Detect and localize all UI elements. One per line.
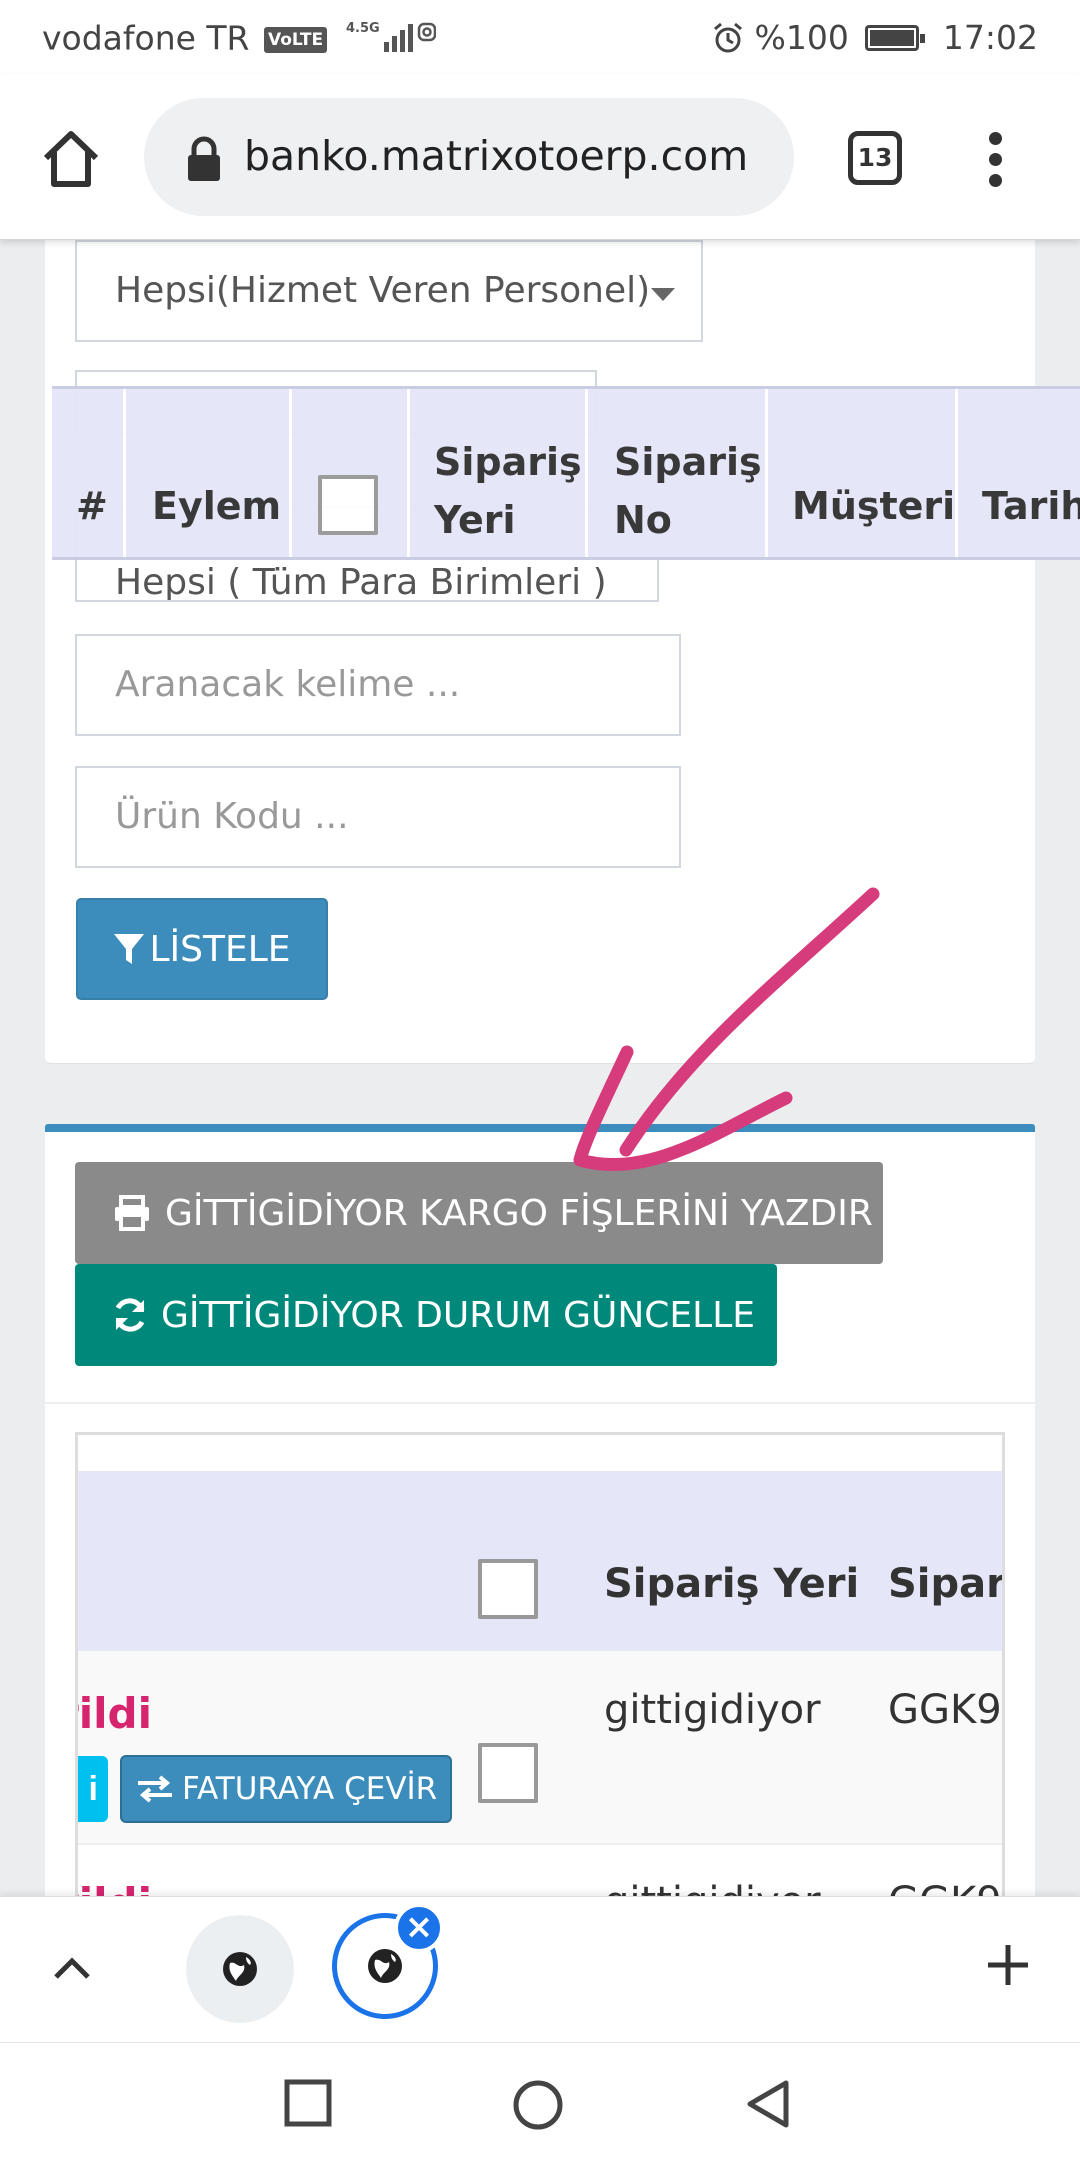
tab-thumbnail[interactable]	[186, 1915, 294, 2023]
staff-select[interactable]: Hepsi(Hizmet Veren Personel)	[75, 240, 703, 342]
results-panel: GİTTİGİDİYOR KARGO FİŞLERİNİ YAZDIR GİTT…	[45, 1124, 1035, 1922]
clock: 17:02	[942, 18, 1038, 57]
lock-icon	[188, 136, 220, 181]
product-code-input[interactable]: Ürün Kodu ...	[75, 766, 681, 868]
alarm-icon	[713, 22, 742, 52]
sticky-place-label: Sipariş Yeri	[434, 433, 582, 549]
sticky-col-customer: Müşteri	[768, 389, 958, 557]
staff-select-value: Hepsi(Hizmet Veren Personel)	[115, 270, 651, 311]
convert-button-label: FATURAYA ÇEVİR	[182, 1771, 438, 1807]
sticky-customer-label: Müşteri	[792, 484, 956, 528]
sticky-date-label: Tarih	[982, 484, 1080, 528]
table-select-all-checkbox[interactable]	[478, 1559, 538, 1619]
globe-icon	[223, 1952, 257, 1986]
filter-panel: Hepsi(Hizmet Veren Personel) Hepsi ( Tüm…	[45, 180, 1035, 1064]
print-icon	[115, 1195, 149, 1231]
sticky-hash-label: #	[76, 484, 108, 528]
battery-percent: %100	[754, 18, 849, 57]
volte-badge: VoLTE	[264, 27, 328, 53]
sticky-place-line2: Yeri	[434, 498, 516, 542]
carrier-name: vodafone TR	[42, 18, 250, 58]
print-cargo-slips-button[interactable]: GİTTİGİDİYOR KARGO FİŞLERİNİ YAZDIR	[75, 1162, 883, 1264]
sticky-no-line1: Sipariş	[614, 440, 762, 484]
convert-to-invoice-button[interactable]: FATURAYA ÇEVİR	[120, 1755, 452, 1823]
table-header: Sipariş Yeri Sipar	[78, 1471, 1005, 1651]
sticky-table-header: # Eylem Sipariş Yeri Sipariş No Müşteri …	[52, 386, 1080, 560]
new-tab-icon[interactable]	[984, 1941, 1032, 1989]
filter-icon	[114, 934, 145, 964]
dropdown-caret-icon	[651, 288, 675, 301]
url-bar[interactable]: banko.matrixotoerp.com	[144, 98, 794, 216]
sticky-no-label: Sipariş No	[614, 433, 762, 549]
panel-divider	[45, 1402, 1035, 1404]
update-button-label: GİTTİGİDİYOR DURUM GÜNCELLE	[161, 1294, 755, 1336]
sticky-col-date: Tarih	[958, 389, 1080, 557]
more-menu-icon[interactable]	[980, 132, 1010, 192]
chevron-up-icon[interactable]	[50, 1947, 94, 1991]
header-order-no: Sipar	[888, 1561, 1005, 1607]
url-text[interactable]: banko.matrixotoerp.com	[244, 132, 774, 180]
home-nav-icon[interactable]	[512, 2079, 564, 2131]
select-all-checkbox[interactable]	[318, 475, 378, 535]
exchange-icon	[138, 1775, 172, 1803]
system-nav-bar	[0, 2042, 1080, 2160]
network-type: 4.5G	[346, 21, 380, 36]
sticky-col-no: Sipariş No	[588, 389, 768, 557]
currency-select-value: Hepsi ( Tüm Para Birimleri )	[115, 562, 607, 602]
search-placeholder: Aranacak kelime ...	[115, 664, 461, 705]
header-order-place: Sipariş Yeri	[604, 1561, 860, 1607]
sticky-col-hash: #	[52, 389, 126, 557]
order-status: rildi	[78, 1689, 152, 1738]
browser-toolbar: banko.matrixotoerp.com 13	[0, 74, 1080, 240]
info-button[interactable]: i	[78, 1756, 108, 1822]
list-button-label: LİSTELE	[149, 928, 291, 970]
table-row: rildi i FATURAYA ÇEVİR gittigidiyor GGK9	[78, 1651, 1002, 1845]
sticky-place-line1: Sipariş	[434, 440, 582, 484]
sticky-col-place: Sipariş Yeri	[410, 389, 588, 557]
list-button[interactable]: LİSTELE	[76, 898, 328, 1000]
sticky-no-line2: No	[614, 498, 672, 542]
order-no-cell[interactable]: GGK9	[888, 1687, 1002, 1733]
status-right: %100 17:02	[711, 18, 1038, 57]
row-checkbox[interactable]	[478, 1743, 538, 1803]
back-icon[interactable]	[744, 2079, 792, 2129]
globe-icon	[368, 1949, 402, 1983]
product-code-placeholder: Ürün Kodu ...	[115, 796, 349, 837]
print-button-label: GİTTİGİDİYOR KARGO FİŞLERİNİ YAZDIR	[165, 1192, 873, 1234]
order-place-cell: gittigidiyor	[604, 1687, 821, 1733]
tab-switcher-button[interactable]: 13	[848, 131, 902, 185]
orders-table[interactable]: Sipariş Yeri Sipar rildi i FATURAYA ÇEVİ…	[75, 1432, 1005, 1922]
browser-bottom-bar: ×	[0, 1896, 1080, 2042]
battery-icon	[864, 24, 925, 51]
recents-icon[interactable]	[284, 2079, 332, 2127]
sticky-col-action: Eylem	[126, 389, 292, 557]
home-icon[interactable]	[36, 124, 106, 194]
signal-icon: 4.5G	[344, 18, 436, 62]
sticky-action-label: Eylem	[152, 484, 282, 528]
refresh-icon	[115, 1298, 145, 1332]
close-tab-icon[interactable]: ×	[394, 1903, 444, 1953]
sticky-col-select	[292, 389, 410, 557]
search-input[interactable]: Aranacak kelime ...	[75, 634, 681, 736]
update-status-button[interactable]: GİTTİGİDİYOR DURUM GÜNCELLE	[75, 1264, 777, 1366]
status-bar: vodafone TR VoLTE 4.5G %100 17:02	[0, 0, 1080, 74]
carrier-info: vodafone TR VoLTE 4.5G	[42, 18, 436, 62]
